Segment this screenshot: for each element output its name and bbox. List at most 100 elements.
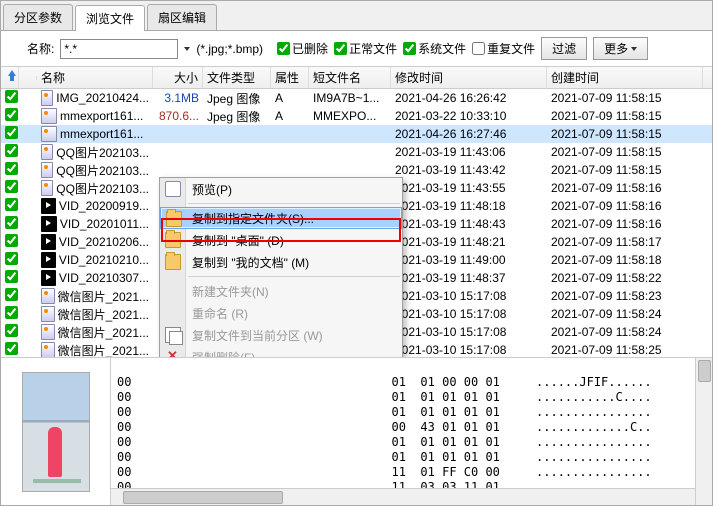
name-pattern-input[interactable] bbox=[60, 39, 178, 59]
row-checkbox[interactable] bbox=[1, 90, 19, 106]
menu-item[interactable]: 复制到指定文件夹(S)... bbox=[160, 207, 402, 229]
row-checkbox[interactable] bbox=[1, 216, 19, 232]
col-attr[interactable]: 属性 bbox=[271, 67, 309, 88]
table-header: 名称 大小 文件类型 属性 短文件名 修改时间 创建时间 bbox=[1, 67, 712, 89]
file-type-cell: Jpeg 图像 bbox=[203, 90, 271, 107]
file-mod-cell: 2021-03-19 11:48:43 bbox=[391, 217, 547, 231]
tab-partition-params[interactable]: 分区参数 bbox=[3, 4, 73, 30]
chk-system[interactable]: 系统文件 bbox=[403, 40, 466, 57]
file-cre-cell: 2021-07-09 11:58:16 bbox=[547, 217, 703, 231]
menu-item-label: 复制文件到当前分区 (W) bbox=[192, 327, 323, 344]
context-menu: 预览(P) 复制到指定文件夹(S)... 复制到 "桌面" (D) 复制到 "我的文档… bbox=[159, 177, 403, 357]
row-checkbox[interactable] bbox=[1, 198, 19, 214]
row-checkbox[interactable] bbox=[1, 108, 19, 124]
image-icon bbox=[41, 180, 53, 196]
menu-item-label: 复制到指定文件夹(S)... bbox=[192, 210, 314, 227]
file-name-cell: 微信图片_2021... bbox=[37, 306, 153, 323]
col-name[interactable]: 名称 bbox=[37, 67, 153, 88]
up-folder-button[interactable] bbox=[1, 67, 19, 88]
file-size-cell: 3.1MB bbox=[153, 91, 203, 105]
file-mod-cell: 2021-03-19 11:48:18 bbox=[391, 199, 547, 213]
name-label: 名称: bbox=[27, 40, 54, 57]
filter-button[interactable]: 过滤 bbox=[541, 37, 587, 60]
menu-item: 强制删除(F) bbox=[160, 346, 402, 357]
file-name-cell: QQ图片202103... bbox=[37, 180, 153, 197]
chk-dup[interactable]: 重复文件 bbox=[472, 40, 535, 57]
file-size-cell: 870.6... bbox=[153, 109, 203, 123]
file-name-cell: VID_20210206... bbox=[37, 234, 153, 250]
menu-item[interactable]: 复制到 "我的文档" (M) bbox=[160, 251, 402, 273]
more-button[interactable]: 更多 bbox=[593, 37, 648, 60]
file-cre-cell: 2021-07-09 11:58:23 bbox=[547, 289, 703, 303]
file-attr-cell: A bbox=[271, 91, 309, 105]
folder-icon bbox=[166, 211, 182, 227]
col-cre[interactable]: 创建时间 bbox=[547, 67, 703, 88]
menu-item: 复制文件到当前分区 (W) bbox=[160, 324, 402, 346]
file-mod-cell: 2021-03-22 10:33:10 bbox=[391, 109, 547, 123]
table-row[interactable]: mmexport161...2021-04-26 16:27:462021-07… bbox=[1, 125, 712, 143]
col-short[interactable]: 短文件名 bbox=[309, 67, 391, 88]
file-name-cell: VID_20200919... bbox=[37, 198, 153, 214]
col-size[interactable]: 大小 bbox=[153, 67, 203, 88]
file-name-cell: QQ图片202103... bbox=[37, 144, 153, 161]
file-mod-cell: 2021-03-19 11:43:06 bbox=[391, 145, 547, 159]
table-row[interactable]: mmexport161...870.6...Jpeg 图像AMMEXPO...2… bbox=[1, 107, 712, 125]
preview-icon bbox=[165, 181, 181, 197]
file-attr-cell: A bbox=[271, 109, 309, 123]
file-mod-cell: 2021-03-10 15:17:08 bbox=[391, 343, 547, 357]
file-cre-cell: 2021-07-09 11:58:15 bbox=[547, 163, 703, 177]
row-checkbox[interactable] bbox=[1, 306, 19, 322]
file-mod-cell: 2021-03-19 11:48:37 bbox=[391, 271, 547, 285]
image-icon bbox=[41, 108, 57, 124]
copy-icon bbox=[165, 327, 181, 343]
tab-sector-edit[interactable]: 扇区编辑 bbox=[147, 4, 217, 30]
tab-browse-files[interactable]: 浏览文件 bbox=[75, 5, 145, 31]
folder-icon bbox=[165, 232, 181, 248]
file-mod-cell: 2021-04-26 16:27:46 bbox=[391, 127, 547, 141]
menu-item-label: 复制到 "我的文档" (M) bbox=[192, 254, 309, 271]
row-checkbox[interactable] bbox=[1, 288, 19, 304]
hex-viewer[interactable]: 00 01 01 00 00 01 ......JFIF...... 00 01… bbox=[111, 358, 712, 505]
image-icon bbox=[41, 162, 53, 178]
menu-item[interactable]: 预览(P) bbox=[160, 178, 402, 200]
video-icon bbox=[41, 198, 56, 214]
menu-item-label: 强制删除(F) bbox=[192, 349, 255, 358]
file-mod-cell: 2021-03-10 15:17:08 bbox=[391, 307, 547, 321]
row-checkbox[interactable] bbox=[1, 180, 19, 196]
file-name-cell: 微信图片_2021... bbox=[37, 342, 153, 358]
row-checkbox[interactable] bbox=[1, 324, 19, 340]
file-short-cell: MMEXPO... bbox=[309, 109, 391, 123]
table-row[interactable]: QQ图片202103...2021-03-19 11:43:062021-07-… bbox=[1, 143, 712, 161]
hex-horizontal-scrollbar[interactable] bbox=[111, 488, 695, 505]
file-table: 名称 大小 文件类型 属性 短文件名 修改时间 创建时间 IMG_2021042… bbox=[1, 67, 712, 357]
video-icon bbox=[41, 270, 56, 286]
menu-item[interactable]: 复制到 "桌面" (D) bbox=[160, 229, 402, 251]
menu-item-label: 新建文件夹(N) bbox=[192, 283, 269, 300]
row-checkbox[interactable] bbox=[1, 234, 19, 250]
file-mod-cell: 2021-03-19 11:48:21 bbox=[391, 235, 547, 249]
menu-item-label: 预览(P) bbox=[192, 181, 232, 198]
row-checkbox[interactable] bbox=[1, 126, 19, 142]
hex-vertical-scrollbar[interactable] bbox=[695, 358, 712, 505]
image-icon bbox=[41, 144, 53, 160]
chk-normal[interactable]: 正常文件 bbox=[334, 40, 397, 57]
col-mod[interactable]: 修改时间 bbox=[391, 67, 547, 88]
row-checkbox[interactable] bbox=[1, 144, 19, 160]
menu-item-label: 重命名 (R) bbox=[192, 305, 248, 322]
file-cre-cell: 2021-07-09 11:58:18 bbox=[547, 253, 703, 267]
dropdown-icon[interactable] bbox=[184, 47, 190, 51]
thumbnail-image bbox=[22, 372, 90, 492]
menu-item: 重命名 (R) bbox=[160, 302, 402, 324]
table-row[interactable]: IMG_20210424...3.1MBJpeg 图像AIM9A7B~1...2… bbox=[1, 89, 712, 107]
file-cre-cell: 2021-07-09 11:58:25 bbox=[547, 343, 703, 357]
file-cre-cell: 2021-07-09 11:58:16 bbox=[547, 199, 703, 213]
file-short-cell: IM9A7B~1... bbox=[309, 91, 391, 105]
row-checkbox[interactable] bbox=[1, 252, 19, 268]
col-type[interactable]: 文件类型 bbox=[203, 67, 271, 88]
row-checkbox[interactable] bbox=[1, 270, 19, 286]
file-mod-cell: 2021-03-10 15:17:08 bbox=[391, 289, 547, 303]
image-icon bbox=[41, 288, 55, 304]
chk-deleted[interactable]: 已删除 bbox=[277, 40, 328, 57]
row-checkbox[interactable] bbox=[1, 162, 19, 178]
row-checkbox[interactable] bbox=[1, 342, 19, 357]
